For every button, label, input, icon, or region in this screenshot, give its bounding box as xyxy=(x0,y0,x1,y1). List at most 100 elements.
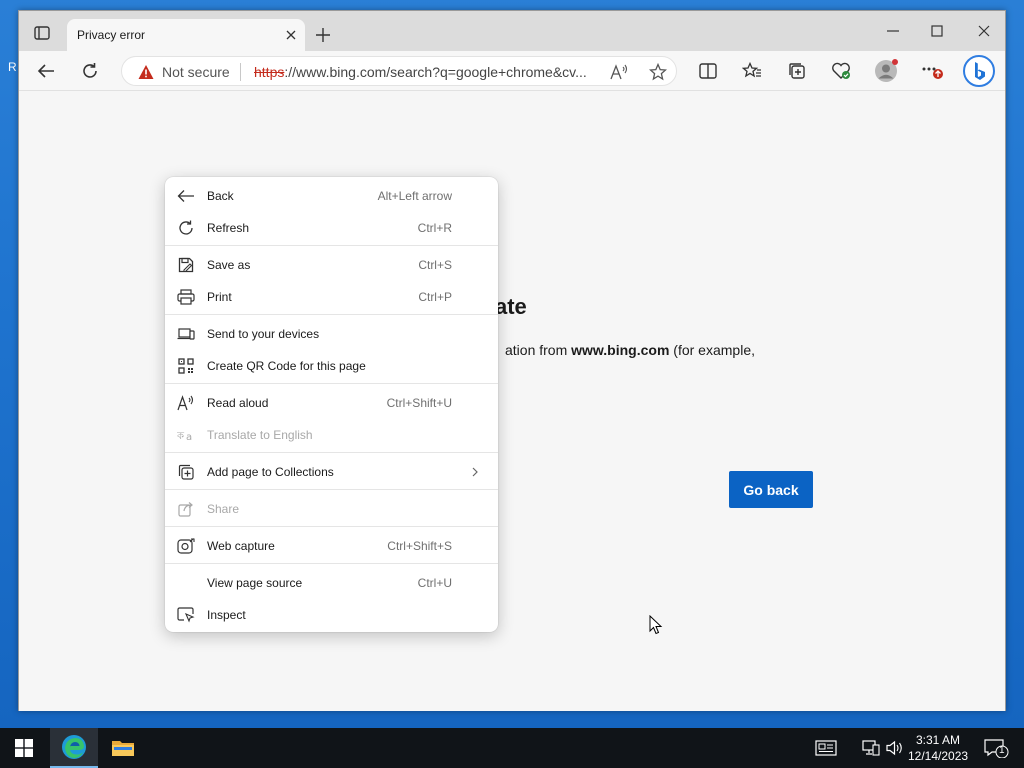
profile-avatar-icon[interactable] xyxy=(873,59,899,83)
back-icon[interactable] xyxy=(33,59,59,83)
page-heading: ate xyxy=(495,294,527,319)
menu-item-save-as[interactable]: Save as Ctrl+S xyxy=(165,249,498,281)
volume-icon[interactable] xyxy=(884,738,906,758)
close-window-icon[interactable] xyxy=(972,21,996,41)
menu-item-label: Create QR Code for this page xyxy=(207,359,366,373)
menu-item-label: Add page to Collections xyxy=(207,465,334,479)
menu-item-read-aloud[interactable]: Read aloud Ctrl+Shift+U xyxy=(165,387,498,419)
menu-item-label: Inspect xyxy=(207,608,246,622)
menu-item-print[interactable]: Print Ctrl+P xyxy=(165,281,498,313)
split-screen-icon[interactable] xyxy=(695,59,721,83)
desc-text-pre: ation from xyxy=(505,342,572,358)
menu-item-web-capture[interactable]: Web capture Ctrl+Shift+S xyxy=(165,530,498,562)
title-bar: Privacy error xyxy=(19,11,1005,52)
refresh-icon[interactable] xyxy=(77,59,103,83)
security-status[interactable]: Not secure xyxy=(162,64,230,80)
menu-item-shortcut: Ctrl+P xyxy=(418,290,452,304)
menu-item-label: Share xyxy=(207,502,240,516)
menu-separator xyxy=(165,245,498,246)
menu-separator xyxy=(165,526,498,527)
notifications-icon[interactable]: 1 xyxy=(982,738,1010,758)
back-arrow-icon xyxy=(177,188,195,204)
desc-host: www.bing.com xyxy=(571,342,670,358)
svg-text:ক: ক xyxy=(177,431,185,442)
menu-item-shortcut: Ctrl+S xyxy=(418,258,452,272)
menu-item-label: Back xyxy=(207,189,234,203)
menu-item-shortcut: Ctrl+R xyxy=(417,221,452,235)
notification-count: 1 xyxy=(999,745,1005,756)
tab-privacy-error[interactable]: Privacy error xyxy=(67,19,305,52)
desktop-text-fragment: R xyxy=(8,60,17,74)
taskbar-file-explorer-button[interactable] xyxy=(100,728,146,768)
menu-item-label: Translate to English xyxy=(207,428,313,442)
menu-item-inspect[interactable]: Inspect xyxy=(165,599,498,631)
menu-item-send-to-devices[interactable]: Send to your devices xyxy=(165,318,498,350)
url-text[interactable]: https://www.bing.com/search?q=google+chr… xyxy=(254,64,598,80)
url-rest: ://www.bing.com/search?q=google+chrome&c… xyxy=(284,64,587,80)
print-icon xyxy=(177,289,195,305)
svg-text:a: a xyxy=(186,432,192,442)
taskbar-edge-button[interactable] xyxy=(50,728,98,768)
menu-item-refresh[interactable]: Refresh Ctrl+R xyxy=(165,212,498,244)
warning-icon[interactable] xyxy=(138,64,154,80)
minimize-icon[interactable] xyxy=(881,21,905,41)
menu-item-share: Share xyxy=(165,493,498,525)
web-capture-icon xyxy=(177,538,195,554)
browser-essentials-icon[interactable] xyxy=(828,59,854,83)
save-icon xyxy=(177,257,195,273)
translate-icon: কa xyxy=(177,427,195,443)
menu-item-translate: কa Translate to English xyxy=(165,419,498,451)
windows-logo-icon xyxy=(15,739,33,757)
new-tab-icon[interactable] xyxy=(313,25,333,45)
desc-text-post: (for example, xyxy=(669,342,755,358)
taskbar-clock[interactable]: 3:31 AM 12/14/2023 xyxy=(908,732,968,764)
share-icon xyxy=(177,501,195,517)
folder-icon xyxy=(112,741,134,756)
menu-item-label: Save as xyxy=(207,258,251,272)
menu-item-shortcut: Ctrl+U xyxy=(417,576,452,590)
menu-item-label: Read aloud xyxy=(207,396,269,410)
chevron-right-icon xyxy=(470,465,480,479)
menu-item-shortcut: Ctrl+Shift+U xyxy=(386,396,452,410)
url-scheme: https xyxy=(254,64,285,80)
favorites-icon[interactable] xyxy=(739,59,765,83)
favorite-star-icon[interactable] xyxy=(647,61,669,83)
read-aloud-icon[interactable] xyxy=(608,61,630,83)
read-aloud-icon xyxy=(177,395,195,411)
news-widget-icon[interactable] xyxy=(815,738,837,758)
menu-separator xyxy=(165,489,498,490)
menu-item-create-qr[interactable]: Create QR Code for this page xyxy=(165,350,498,382)
toolbar: Not secure https://www.bing.com/search?q… xyxy=(19,51,1005,91)
start-button[interactable] xyxy=(0,728,48,768)
maximize-icon[interactable] xyxy=(925,21,949,41)
clock-time: 3:31 AM xyxy=(915,733,961,747)
refresh-icon xyxy=(177,220,195,236)
menu-separator xyxy=(165,383,498,384)
address-divider xyxy=(240,63,241,81)
bing-copilot-icon[interactable] xyxy=(963,55,995,87)
menu-item-label: View page source xyxy=(207,576,303,590)
menu-separator xyxy=(165,452,498,453)
menu-item-view-source[interactable]: View page source Ctrl+U xyxy=(165,567,498,599)
clock-date: 12/14/2023 xyxy=(908,749,969,763)
collections-icon[interactable] xyxy=(784,59,810,83)
menu-item-label: Web capture xyxy=(207,539,275,553)
close-icon[interactable] xyxy=(283,27,299,43)
inspect-icon xyxy=(177,607,195,623)
edge-icon xyxy=(62,735,86,759)
qr-code-icon xyxy=(177,358,195,374)
collections-icon xyxy=(177,464,195,480)
devices-icon xyxy=(177,326,195,342)
tab-actions-icon[interactable] xyxy=(31,23,53,43)
menu-item-label: Refresh xyxy=(207,221,250,235)
menu-item-label: Print xyxy=(207,290,232,304)
tab-title: Privacy error xyxy=(77,28,146,42)
menu-item-label: Send to your devices xyxy=(207,327,320,341)
go-back-button[interactable]: Go back xyxy=(729,471,813,508)
address-bar[interactable]: Not secure https://www.bing.com/search?q… xyxy=(121,56,677,86)
settings-more-icon[interactable] xyxy=(919,59,945,83)
network-icon[interactable] xyxy=(860,738,882,758)
menu-item-add-to-collections[interactable]: Add page to Collections xyxy=(165,456,498,488)
taskbar: 3:31 AM 12/14/2023 1 xyxy=(0,728,1024,768)
menu-item-back[interactable]: Back Alt+Left arrow xyxy=(165,180,498,212)
